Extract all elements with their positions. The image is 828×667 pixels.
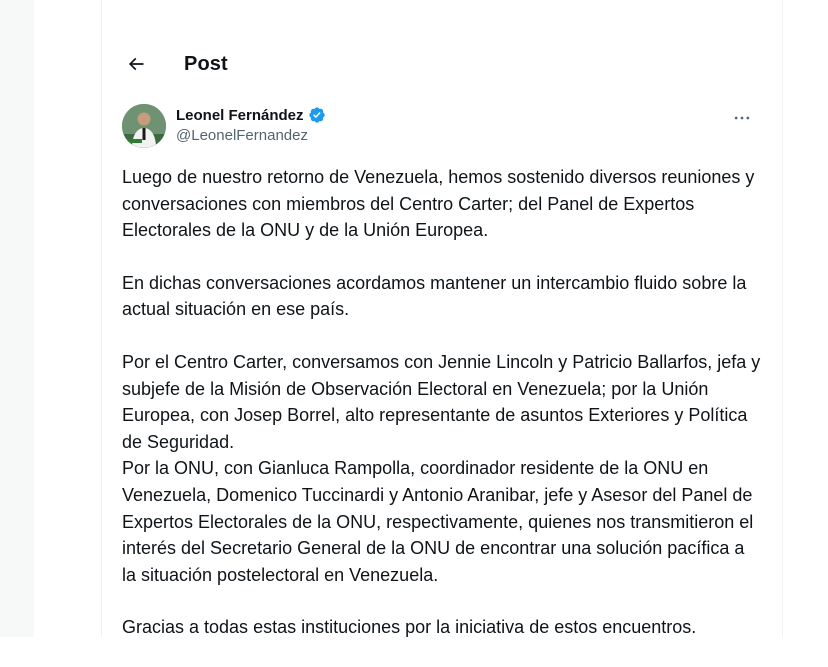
page-title: Post <box>184 53 228 75</box>
more-horizontal-icon <box>734 116 750 120</box>
avatar[interactable] <box>122 104 166 148</box>
page-header: Post <box>102 38 782 92</box>
post-author: Leonel Fernández @LeonelFernandez <box>122 104 762 152</box>
author-info: Leonel Fernández @LeonelFernandez <box>176 106 326 144</box>
back-button[interactable] <box>122 50 150 78</box>
post-paragraph: Por el Centro Carter, conversamos con Je… <box>122 351 761 585</box>
verified-badge-icon <box>308 107 325 123</box>
post-text: Luego de nuestro retorno de Venezuela, h… <box>122 164 762 667</box>
arrow-left-icon <box>128 57 144 71</box>
author-handle[interactable]: @LeonelFernandez <box>176 127 326 144</box>
author-display-name[interactable]: Leonel Fernández <box>176 107 304 124</box>
post-paragraph: En dichas conversaciones acordamos mante… <box>122 272 747 320</box>
avatar-image <box>122 104 166 148</box>
post-column: Post Leonel Fernández @LeonelFernandez L… <box>101 0 783 637</box>
left-gutter <box>0 0 34 637</box>
more-options-button[interactable] <box>730 108 754 128</box>
post-paragraph: Luego de nuestro retorno de Venezuela, h… <box>122 167 755 241</box>
